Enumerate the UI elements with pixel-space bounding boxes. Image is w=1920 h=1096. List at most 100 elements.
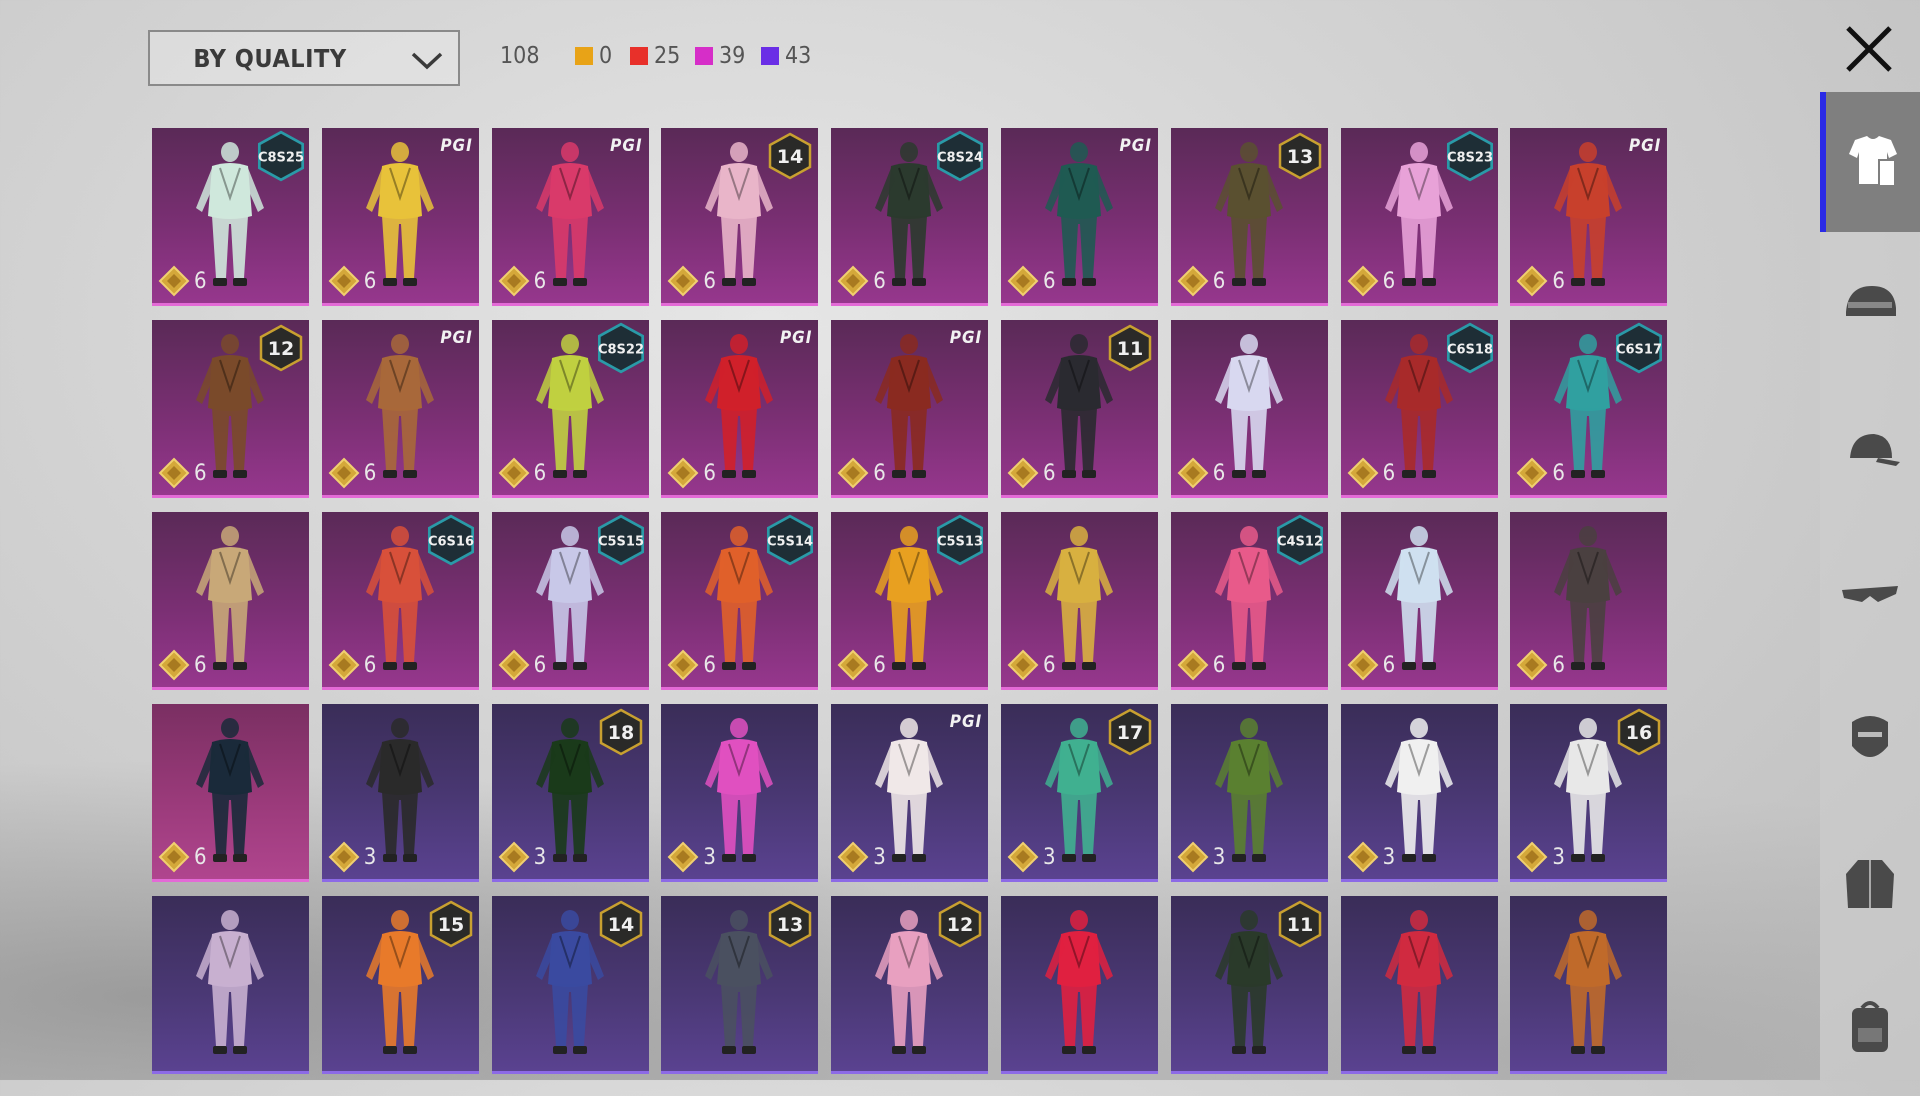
- item-cost: 6: [1347, 265, 1396, 297]
- season-badge: C4S12: [1277, 514, 1323, 566]
- diamond-icon: [837, 649, 869, 681]
- diamond-icon: [498, 457, 530, 489]
- close-icon[interactable]: [1836, 16, 1902, 82]
- item-cost: 6: [667, 265, 716, 297]
- svg-text:13: 13: [1287, 146, 1313, 168]
- item-cost: 3: [1007, 841, 1056, 873]
- outfit-card[interactable]: C8S22 6: [491, 320, 649, 498]
- sidebar-item-backpack[interactable]: [1820, 956, 1920, 1096]
- item-cost: 6: [158, 457, 207, 489]
- outfit-card[interactable]: 3: [321, 704, 479, 882]
- item-cost: 6: [1516, 265, 1565, 297]
- cost-value: 6: [363, 460, 377, 486]
- diamond-icon: [328, 457, 360, 489]
- season-badge: C6S16: [428, 514, 474, 566]
- outfit-card[interactable]: 16 3: [1510, 704, 1668, 882]
- quality-count-value: 25: [654, 43, 681, 69]
- outfit-card[interactable]: 6: [1340, 512, 1498, 690]
- outfit-card[interactable]: C8S23 6: [1340, 128, 1498, 306]
- season-badge: 14: [599, 900, 642, 948]
- diamond-icon: [1516, 265, 1548, 297]
- outfit-card[interactable]: PGI 6: [321, 320, 479, 498]
- sidebar-item-outfit[interactable]: [1820, 92, 1920, 232]
- outfit-card[interactable]: 6: [152, 704, 309, 882]
- outfit-card[interactable]: 11 6: [1000, 320, 1158, 498]
- outfit-card[interactable]: [152, 896, 309, 1074]
- sidebar-item-mask[interactable]: [1820, 668, 1920, 808]
- outfit-card[interactable]: 6: [1170, 320, 1328, 498]
- cost-value: 3: [1552, 844, 1565, 870]
- outfit-card[interactable]: 18 3: [491, 704, 649, 882]
- outfit-card[interactable]: 14 6: [661, 128, 819, 306]
- outfit-card[interactable]: [1000, 896, 1158, 1074]
- season-badge: C8S22: [598, 322, 644, 374]
- item-cost: 6: [1516, 649, 1565, 681]
- outfit-card[interactable]: 11: [1170, 896, 1328, 1074]
- outfit-card[interactable]: C8S24 6: [831, 128, 989, 306]
- season-badge: 13: [769, 900, 812, 948]
- sort-dropdown[interactable]: BY QUALITY: [148, 30, 460, 86]
- cost-value: 6: [1552, 652, 1565, 678]
- diamond-icon: [1177, 649, 1209, 681]
- outfit-card[interactable]: PGI 3: [831, 704, 989, 882]
- outfit-card[interactable]: C6S18 6: [1340, 320, 1498, 498]
- season-badge: 16: [1618, 708, 1661, 756]
- outfit-card[interactable]: C5S13 6: [831, 512, 989, 690]
- diamond-icon: [158, 265, 190, 297]
- outfit-card[interactable]: C6S17 6: [1510, 320, 1668, 498]
- quality-count: 0: [575, 43, 612, 69]
- sidebar-item-jacket[interactable]: [1820, 812, 1920, 952]
- outfit-card[interactable]: 12 6: [152, 320, 309, 498]
- diamond-icon: [1347, 649, 1378, 681]
- outfit-card[interactable]: C6S16 6: [321, 512, 479, 690]
- season-badge: C5S13: [937, 514, 983, 566]
- outfit-card[interactable]: PGI 6: [831, 320, 989, 498]
- outfit-card[interactable]: C4S12 6: [1170, 512, 1328, 690]
- diamond-icon: [837, 457, 869, 489]
- outfit-card[interactable]: 13 6: [1170, 128, 1328, 306]
- outfit-card[interactable]: 6: [1000, 512, 1158, 690]
- outfit-card[interactable]: 3: [1340, 704, 1498, 882]
- season-badge: 13: [1278, 132, 1322, 180]
- outfit-card[interactable]: [1510, 896, 1668, 1074]
- pgi-badge: PGI: [440, 136, 473, 156]
- quality-count-value: 39: [719, 43, 746, 69]
- sidebar-item-helmet[interactable]: [1820, 236, 1920, 376]
- season-badge: C6S17: [1616, 322, 1662, 374]
- item-grid: C8S25 6 PGI 6 PGI 6 14 6 C8S24 6 PGI 6 13 6 C8S23 6 PGI 6…: [152, 128, 1668, 1074]
- cost-value: 6: [363, 652, 377, 678]
- outfit-card[interactable]: [1340, 896, 1498, 1074]
- cost-value: 3: [873, 844, 886, 870]
- svg-text:17: 17: [1117, 722, 1143, 744]
- outfit-card[interactable]: PGI 6: [661, 320, 819, 498]
- outfit-card[interactable]: 12: [831, 896, 989, 1074]
- item-cost: 6: [1177, 265, 1225, 297]
- outfit-card[interactable]: PGI 6: [1510, 128, 1668, 306]
- diamond-icon: [158, 457, 190, 489]
- outfit-card[interactable]: 3: [1170, 704, 1328, 882]
- outfit-card[interactable]: 6: [1510, 512, 1668, 690]
- sidebar-item-cap[interactable]: [1820, 380, 1920, 520]
- outfit-card[interactable]: PGI 6: [1000, 128, 1158, 306]
- outfit-card[interactable]: C5S15 6: [491, 512, 649, 690]
- outfit-card[interactable]: 14: [491, 896, 649, 1074]
- outfit-card[interactable]: PGI 6: [491, 128, 649, 306]
- outfit-card[interactable]: 15: [321, 896, 479, 1074]
- outfit-card[interactable]: C8S25 6: [152, 128, 309, 306]
- item-cost: 3: [498, 841, 546, 873]
- season-badge: C8S23: [1447, 130, 1493, 182]
- outfit-card[interactable]: 6: [152, 512, 309, 690]
- outfit-card[interactable]: 17 3: [1000, 704, 1158, 882]
- cost-value: 6: [194, 268, 207, 294]
- outfit-card[interactable]: C5S14 6: [661, 512, 819, 690]
- svg-text:C8S22: C8S22: [598, 342, 644, 357]
- outfit-card[interactable]: 13: [661, 896, 819, 1074]
- diamond-icon: [498, 265, 530, 297]
- diamond-icon: [1007, 841, 1039, 873]
- outfit-card[interactable]: 3: [661, 704, 819, 882]
- outfit-card[interactable]: PGI 6: [321, 128, 479, 306]
- cost-value: 6: [873, 460, 886, 486]
- diamond-icon: [837, 841, 869, 873]
- sidebar-item-goggles[interactable]: [1820, 524, 1920, 664]
- cost-value: 6: [1382, 268, 1396, 294]
